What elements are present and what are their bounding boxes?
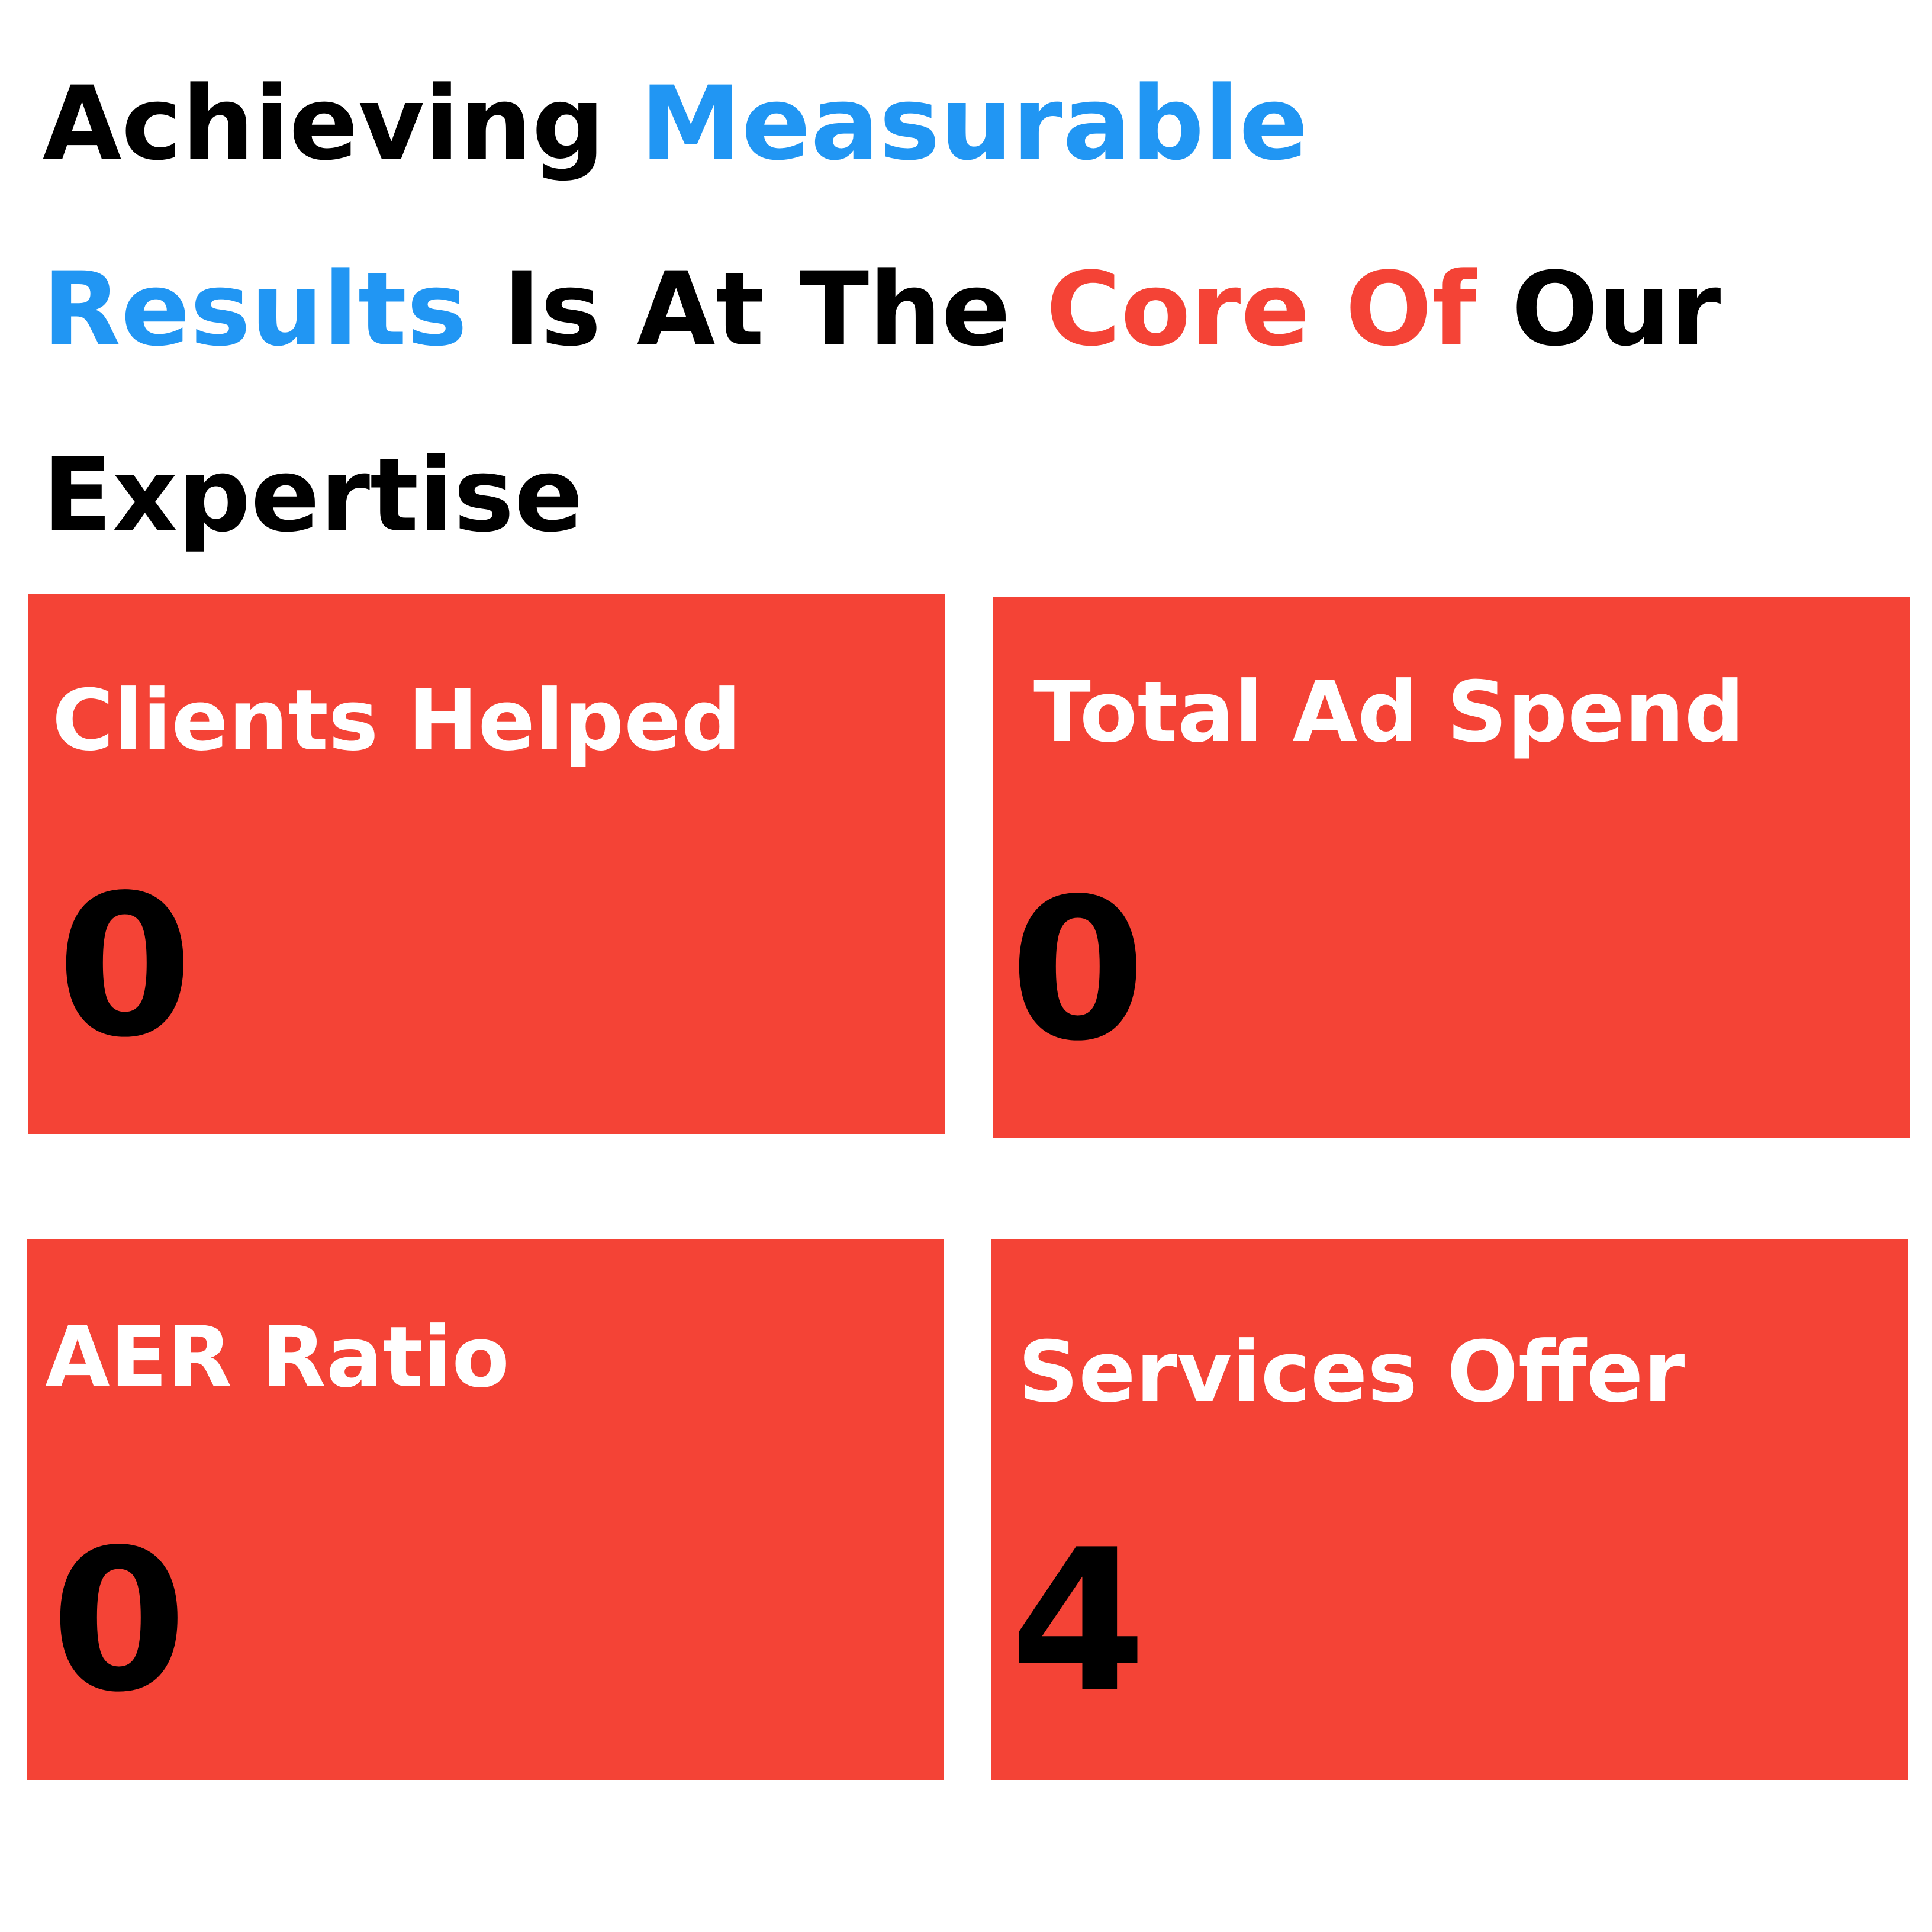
stat-card-aer-ratio: AER Ratio 0 xyxy=(27,1239,944,1780)
heading-text-our: Our xyxy=(1476,250,1721,369)
heading-line-1: Achieving Measurable xyxy=(43,31,1925,217)
stat-label: Total Ad Spend xyxy=(1033,664,1745,761)
stat-label: Clients Helped xyxy=(52,672,742,769)
heading-line-3: Expertise xyxy=(43,402,1925,588)
stat-value: 0 xyxy=(57,853,193,1080)
heading-highlight-measurable: Measurable xyxy=(640,64,1309,183)
heading-text-is-at-the: Is At The xyxy=(467,250,1046,369)
stat-value: 0 xyxy=(51,1508,187,1735)
stat-card-clients-helped: Clients Helped 0 xyxy=(28,594,945,1134)
heading-highlight-core-of: Core Of xyxy=(1046,250,1476,369)
heading-text-achieving: Achieving xyxy=(43,64,640,183)
stat-label: Services Offer xyxy=(1018,1324,1685,1421)
stat-value: 4 xyxy=(1010,1508,1147,1735)
page-heading: Achieving Measurable Results Is At The C… xyxy=(43,31,1925,588)
stat-label: AER Ratio xyxy=(45,1309,510,1406)
heading-line-2: Results Is At The Core Of Our xyxy=(43,217,1925,402)
stat-value: 0 xyxy=(1010,856,1146,1084)
heading-highlight-results: Results xyxy=(43,250,468,369)
heading-text-expertise: Expertise xyxy=(43,436,584,555)
stat-card-total-ad-spend: Total Ad Spend 0 xyxy=(993,597,1910,1138)
stat-card-services-offer: Services Offer 4 xyxy=(991,1239,1908,1780)
